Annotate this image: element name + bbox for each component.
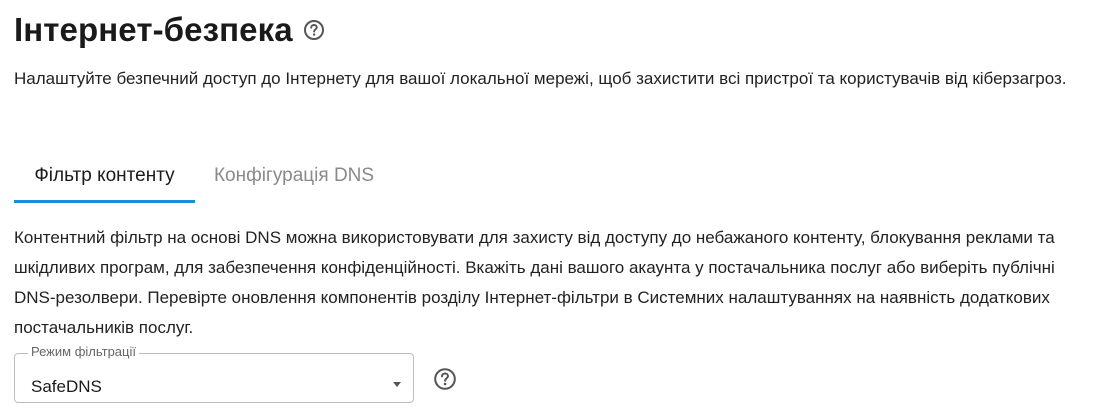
filter-mode-label: Режим фільтрації	[28, 345, 139, 359]
tab-content-filter[interactable]: Фільтр контенту	[14, 152, 195, 203]
tab-dns-configuration[interactable]: Конфігурація DNS	[210, 152, 378, 200]
page-title: Інтернет-безпека	[14, 11, 293, 48]
filter-mode-field: SafeDNS Режим фільтрації	[14, 345, 414, 403]
intro-text: Налаштуйте безпечний доступ до Інтернету…	[14, 69, 1067, 88]
filter-mode-select[interactable]: SafeDNS	[14, 353, 414, 403]
filter-mode-help-icon[interactable]	[433, 367, 457, 391]
content-filter-description: Контентний фільтр на основі DNS можна ви…	[14, 228, 1055, 337]
help-circle-icon[interactable]	[303, 19, 325, 41]
filter-mode-value: SafeDNS	[31, 377, 102, 396]
title-row: Інтернет-безпека	[14, 8, 325, 52]
dropdown-arrow-icon	[393, 382, 401, 387]
tab-bar: Фільтр контенту Конфігурація DNS	[14, 152, 1099, 203]
